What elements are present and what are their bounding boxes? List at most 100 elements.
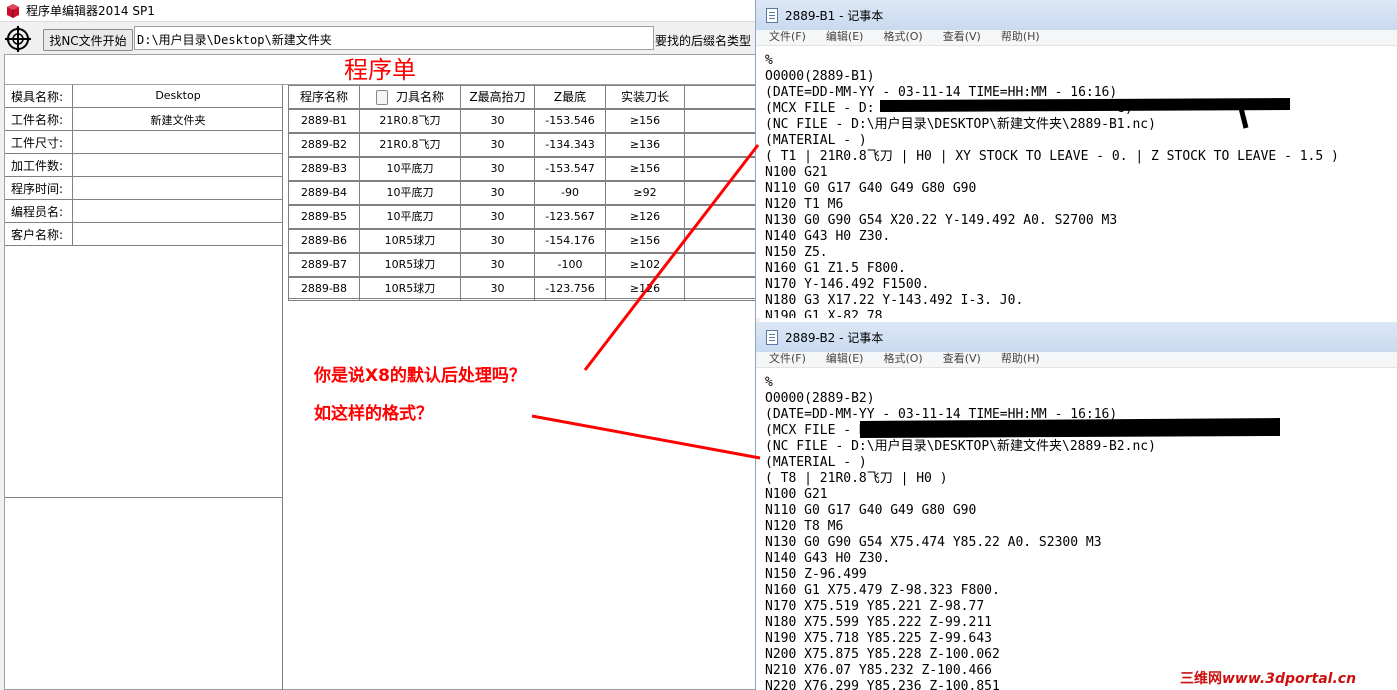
cell-z-max[interactable]: 30 <box>460 109 535 133</box>
notepad-b1-title: 2889-B1 - 记事本 <box>785 8 884 23</box>
notepad-b1-text-area[interactable]: % O0000(2889-B1) (DATE=DD-MM-YY - 03-11-… <box>756 47 1397 318</box>
header-tool-length[interactable]: 实装刀长 <box>605 85 685 109</box>
cell-tool-length[interactable]: ≥156 <box>605 157 685 181</box>
cell-extra[interactable] <box>684 133 756 157</box>
cell-tool-name[interactable]: 21R0.8飞刀 <box>359 133 461 157</box>
cell-program-name[interactable]: 2889-B2 <box>288 133 360 157</box>
select-all-checkbox[interactable] <box>375 90 388 105</box>
info-row-program-time: 程序时间: <box>5 177 283 200</box>
cell-tool-length[interactable]: ≥126 <box>605 205 685 229</box>
code-line: N150 Z5. <box>765 245 828 260</box>
info-value[interactable] <box>73 177 283 199</box>
cell-z-max[interactable]: 30 <box>460 181 535 205</box>
folder-path-input[interactable]: D:\用户目录\Desktop\新建文件夹 <box>134 26 654 50</box>
find-nc-file-button[interactable]: 找NC文件开始 <box>43 29 133 51</box>
menu-help[interactable]: 帮助(H) <box>988 30 1047 45</box>
info-value[interactable] <box>73 131 283 153</box>
cell-tool-name[interactable]: 10R5球刀 <box>359 229 461 253</box>
cell-extra[interactable] <box>684 181 756 205</box>
cell-tool-name[interactable]: 21R0.8飞刀 <box>359 109 461 133</box>
info-row-programmer: 编程员名: <box>5 200 283 223</box>
cell-z-max[interactable]: 30 <box>460 253 535 277</box>
info-value[interactable]: 新建文件夹 <box>73 108 283 130</box>
cell-z-min[interactable]: -134.343 <box>534 133 606 157</box>
cell-z-min[interactable]: -153.547 <box>534 157 606 181</box>
cell-z-min[interactable]: -123.567 <box>534 205 606 229</box>
cell-tool-length[interactable]: ≥156 <box>605 229 685 253</box>
cell-z-min[interactable]: -90 <box>534 181 606 205</box>
menu-format[interactable]: 格式(O) <box>870 30 929 45</box>
menu-file[interactable]: 文件(F) <box>756 352 813 367</box>
cell-z-max[interactable]: 30 <box>460 157 535 181</box>
cell-z-min[interactable]: -153.546 <box>534 109 606 133</box>
notepad-b2-text-area[interactable]: % O0000(2889-B2) (DATE=DD-MM-YY - 03-11-… <box>756 369 1397 690</box>
cell-extra[interactable] <box>684 109 756 133</box>
cell-tool-length[interactable]: ≥102 <box>605 253 685 277</box>
menu-view[interactable]: 查看(V) <box>930 30 988 45</box>
code-line: N160 G1 Z1.5 F800. <box>765 261 906 276</box>
info-value[interactable] <box>73 223 283 245</box>
info-value[interactable]: Desktop <box>73 85 283 107</box>
cell-program-name[interactable]: 2889-B6 <box>288 229 360 253</box>
notepad-b1-menubar: 文件(F) 编辑(E) 格式(O) 查看(V) 帮助(H) <box>756 30 1397 46</box>
cell-z-max[interactable]: 30 <box>460 205 535 229</box>
cell-z-max[interactable]: 30 <box>460 229 535 253</box>
table-row[interactable]: 2889-B3 10平底刀 30 -153.547 ≥156 <box>288 157 756 181</box>
code-line: N100 G21 <box>765 165 828 180</box>
cell-program-name[interactable]: 2889-B4 <box>288 181 360 205</box>
toolbar: 找NC文件开始 D:\用户目录\Desktop\新建文件夹 要找的后缀名类型 <box>0 22 760 54</box>
table-row[interactable]: 2889-B6 10R5球刀 30 -154.176 ≥156 <box>288 229 756 253</box>
cell-program-name[interactable]: 2889-B7 <box>288 253 360 277</box>
watermark-url: www.3dportal.cn <box>1222 671 1357 687</box>
cell-extra[interactable] <box>684 229 756 253</box>
menu-file[interactable]: 文件(F) <box>756 30 813 45</box>
table-row[interactable]: 2889-B2 21R0.8飞刀 30 -134.343 ≥136 <box>288 133 756 157</box>
cell-z-min[interactable]: -154.176 <box>534 229 606 253</box>
cell-extra[interactable] <box>684 205 756 229</box>
cell-tool-name[interactable]: 10平底刀 <box>359 181 461 205</box>
cell-tool-name[interactable]: 10平底刀 <box>359 157 461 181</box>
cell-program-name[interactable]: 2889-B3 <box>288 157 360 181</box>
cell-program-name[interactable]: 2889-B1 <box>288 109 360 133</box>
code-line: N200 X75.875 Y85.228 Z-100.062 <box>765 647 1000 662</box>
header-tool-name[interactable]: 刀具名称 <box>359 85 461 109</box>
notepad-b1-titlebar[interactable]: 2889-B1 - 记事本 <box>756 0 1397 30</box>
cell-tool-length[interactable]: ≥92 <box>605 181 685 205</box>
cell-tool-name[interactable]: 10平底刀 <box>359 205 461 229</box>
table-header-row: 程序名称 刀具名称 Z最高抬刀 Z最底 实装刀长 <box>288 85 756 109</box>
code-line: (MCX FILE - D: 8) <box>765 423 1149 438</box>
notepad-icon <box>766 7 778 23</box>
cell-tool-name[interactable]: 10R5球刀 <box>359 253 461 277</box>
cell-program-name[interactable]: 2889-B5 <box>288 205 360 229</box>
cell-z-max[interactable]: 30 <box>460 133 535 157</box>
cell-extra[interactable] <box>684 253 756 277</box>
table-row[interactable]: 2889-B5 10平底刀 30 -123.567 ≥126 <box>288 205 756 229</box>
cell-z-min[interactable]: -100 <box>534 253 606 277</box>
info-label: 客户名称: <box>5 223 73 245</box>
menu-edit[interactable]: 编辑(E) <box>813 352 871 367</box>
table-row[interactable]: 2889-B4 10平底刀 30 -90 ≥92 <box>288 181 756 205</box>
table-row[interactable]: 2889-B7 10R5球刀 30 -100 ≥102 <box>288 253 756 277</box>
code-line: ( T1 | 21R0.8飞刀 | H0 | XY STOCK TO LEAVE… <box>765 149 1339 164</box>
cell-tool-length[interactable]: ≥136 <box>605 133 685 157</box>
cell-extra[interactable] <box>684 157 756 181</box>
header-z-min[interactable]: Z最底 <box>534 85 606 109</box>
file-extension-label: 要找的后缀名类型 <box>655 34 752 48</box>
code-line: N130 G0 G90 G54 X75.474 Y85.22 A0. S2300… <box>765 535 1102 550</box>
target-button[interactable] <box>4 25 32 53</box>
info-value[interactable] <box>73 200 283 222</box>
code-line: N170 X75.519 Y85.221 Z-98.77 <box>765 599 985 614</box>
header-program-name[interactable]: 程序名称 <box>288 85 360 109</box>
annotation-text-line1: 你是说X8的默认后处理吗？ <box>314 366 526 386</box>
table-row[interactable]: 2889-B1 21R0.8飞刀 30 -153.546 ≥156 <box>288 109 756 133</box>
code-line: N100 G21 <box>765 487 828 502</box>
notepad-b2-titlebar[interactable]: 2889-B2 - 记事本 <box>756 322 1397 352</box>
menu-format[interactable]: 格式(O) <box>870 352 929 367</box>
header-z-max[interactable]: Z最高抬刀 <box>460 85 535 109</box>
header-extra[interactable] <box>684 85 756 109</box>
info-value[interactable] <box>73 154 283 176</box>
cell-tool-length[interactable]: ≥156 <box>605 109 685 133</box>
menu-help[interactable]: 帮助(H) <box>988 352 1047 367</box>
menu-edit[interactable]: 编辑(E) <box>813 30 871 45</box>
menu-view[interactable]: 查看(V) <box>930 352 988 367</box>
